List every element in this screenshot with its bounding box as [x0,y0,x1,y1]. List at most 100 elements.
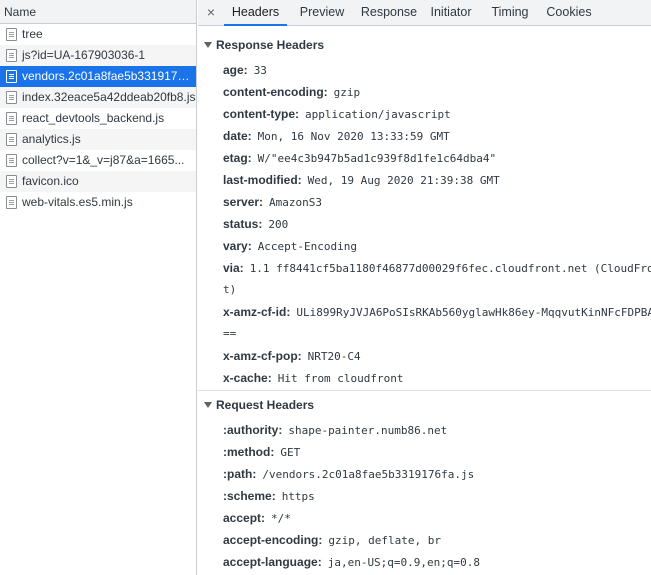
header-name: server: [223,195,264,209]
header-row: etag: W/"ee4c3b947b5ad1c939f8d1fe1c64dba4… [223,151,496,165]
header-value-continuation: t) [223,283,237,296]
tab-preview[interactable]: Preview [292,0,352,26]
request-name: tree [22,27,43,41]
request-name: index.32eace5a42ddeab20fb8.js [22,90,196,104]
header-name: x-cache: [223,371,272,385]
header-value: application/javascript [305,108,451,121]
header-row: last-modified: Wed, 19 Aug 2020 21:39:38 … [223,173,500,187]
header-value: AmazonS3 [269,196,323,209]
header-row: vary: Accept-Encoding [223,239,357,253]
header-name: status: [223,217,263,231]
header-row: server: AmazonS3 [223,195,322,209]
header-row: x-amz-cf-pop: NRT20-C4 [223,349,361,363]
header-name: :path: [223,467,257,481]
header-row: date: Mon, 16 Nov 2020 13:33:59 GMT [223,129,450,143]
header-name: x-amz-cf-id: [223,305,291,319]
header-name: accept-encoding: [223,533,323,547]
header-row: accept-encoding: gzip, deflate, br [223,533,441,547]
request-row[interactable]: index.32eace5a42ddeab20fb8.js [0,87,196,108]
response-headers-title: Response Headers [216,38,325,52]
header-value: gzip [333,86,361,99]
header-name: last-modified: [223,173,302,187]
header-name: content-type: [223,107,299,121]
request-name: react_devtools_backend.js [22,111,165,125]
tab-initiator[interactable]: Initiator [422,0,480,26]
expand-triangle-icon [204,402,212,408]
file-icon [6,196,17,209]
header-row: age: 33 [223,63,267,77]
request-name: web-vitals.es5.min.js [22,195,133,209]
details-tabbar: × Headers Preview Response Initiator Timing C… [198,0,651,26]
expand-triangle-icon [204,42,212,48]
request-name: collect?v=1&_v=j87&a=1665... [22,153,185,167]
section-divider [198,390,651,391]
header-value: Wed, 19 Aug 2020 21:39:38 GMT [307,174,500,187]
header-value: /vendors.2c01a8fae5b3319176fa.js [262,468,475,481]
request-name: js?id=UA-167903036-1 [22,48,146,62]
header-value: Hit from cloudfront [277,372,404,385]
header-row: :method: GET [223,445,300,459]
close-icon[interactable]: × [204,4,218,20]
tab-headers[interactable]: Headers [224,0,287,26]
header-value: 200 [268,218,289,231]
header-name: :scheme: [223,489,276,503]
header-value: gzip, deflate, br [328,534,441,547]
header-value: Mon, 16 Nov 2020 13:33:59 GMT [257,130,450,143]
tab-response[interactable]: Response [358,0,420,26]
request-list-pane: Name tree js?id=UA-167903036-1 vendors.2c0… [0,0,197,575]
request-headers-title: Request Headers [216,398,315,412]
header-name: :authority: [223,423,283,437]
file-icon [6,133,17,146]
request-name: vendors.2c01a8fae5b3319176fa.js [22,69,196,83]
request-row[interactable]: vendors.2c01a8fae5b3319176fa.js [0,66,196,87]
header-name: :method: [223,445,275,459]
header-name: content-encoding: [223,85,328,99]
header-row: content-type: application/javascript [223,107,451,121]
header-value: NRT20-C4 [307,350,361,363]
request-row[interactable]: analytics.js [0,129,196,150]
request-headers-toggle[interactable]: Request Headers [204,398,314,412]
header-row: status: 200 [223,217,288,231]
request-row[interactable]: react_devtools_backend.js [0,108,196,129]
header-value: 1.1 ff8441cf5ba1180f46877d00029f6fec.clo… [249,262,651,275]
file-icon [6,70,17,83]
header-value-continuation: == [223,327,237,340]
request-row[interactable]: js?id=UA-167903036-1 [0,45,196,66]
header-name: vary: [223,239,252,253]
header-name: via: [223,261,244,275]
header-row: accept-language: ja,en-US;q=0.9,en;q=0.8 [223,555,480,569]
header-name: accept: [223,511,266,525]
header-name: date: [223,129,252,143]
file-icon [6,154,17,167]
request-name: analytics.js [22,132,81,146]
request-list: tree js?id=UA-167903036-1 vendors.2c01a8fa… [0,24,196,213]
request-row[interactable]: collect?v=1&_v=j87&a=1665... [0,150,196,171]
request-row[interactable]: favicon.ico [0,171,196,192]
header-value: shape-painter.numb86.net [288,424,448,437]
header-value: W/"ee4c3b947b5ad1c939f8d1fe1c64dba4" [257,152,497,165]
file-icon [6,28,17,41]
tab-cookies[interactable]: Cookies [540,0,598,26]
header-value: GET [280,446,301,459]
header-name: etag: [223,151,252,165]
name-column-header[interactable]: Name [0,0,196,24]
header-name: x-amz-cf-pop: [223,349,302,363]
header-value: ULi899RyJVJA6PoSIsRKAb560yglawHk86ey-Mqq… [296,306,651,319]
headers-content: Response Headers age: 33 content-encoding:… [198,26,651,575]
header-value: */* [271,512,291,525]
response-headers-toggle[interactable]: Response Headers [204,38,324,52]
tab-timing[interactable]: Timing [484,0,536,26]
file-icon [6,112,17,125]
header-value: https [281,490,315,503]
request-row[interactable]: tree [0,24,196,45]
file-icon [6,49,17,62]
request-name: favicon.ico [22,174,79,188]
request-row[interactable]: web-vitals.es5.min.js [0,192,196,213]
header-name: age: [223,63,248,77]
header-value: Accept-Encoding [257,240,358,253]
header-name: accept-language: [223,555,322,569]
header-row: :scheme: https [223,489,315,503]
header-row: :path: /vendors.2c01a8fae5b3319176fa.js [223,467,474,481]
header-row: x-amz-cf-id: ULi899RyJVJA6PoSIsRKAb560ygl… [223,305,651,319]
header-row: via: 1.1 ff8441cf5ba1180f46877d00029f6fec… [223,261,651,275]
